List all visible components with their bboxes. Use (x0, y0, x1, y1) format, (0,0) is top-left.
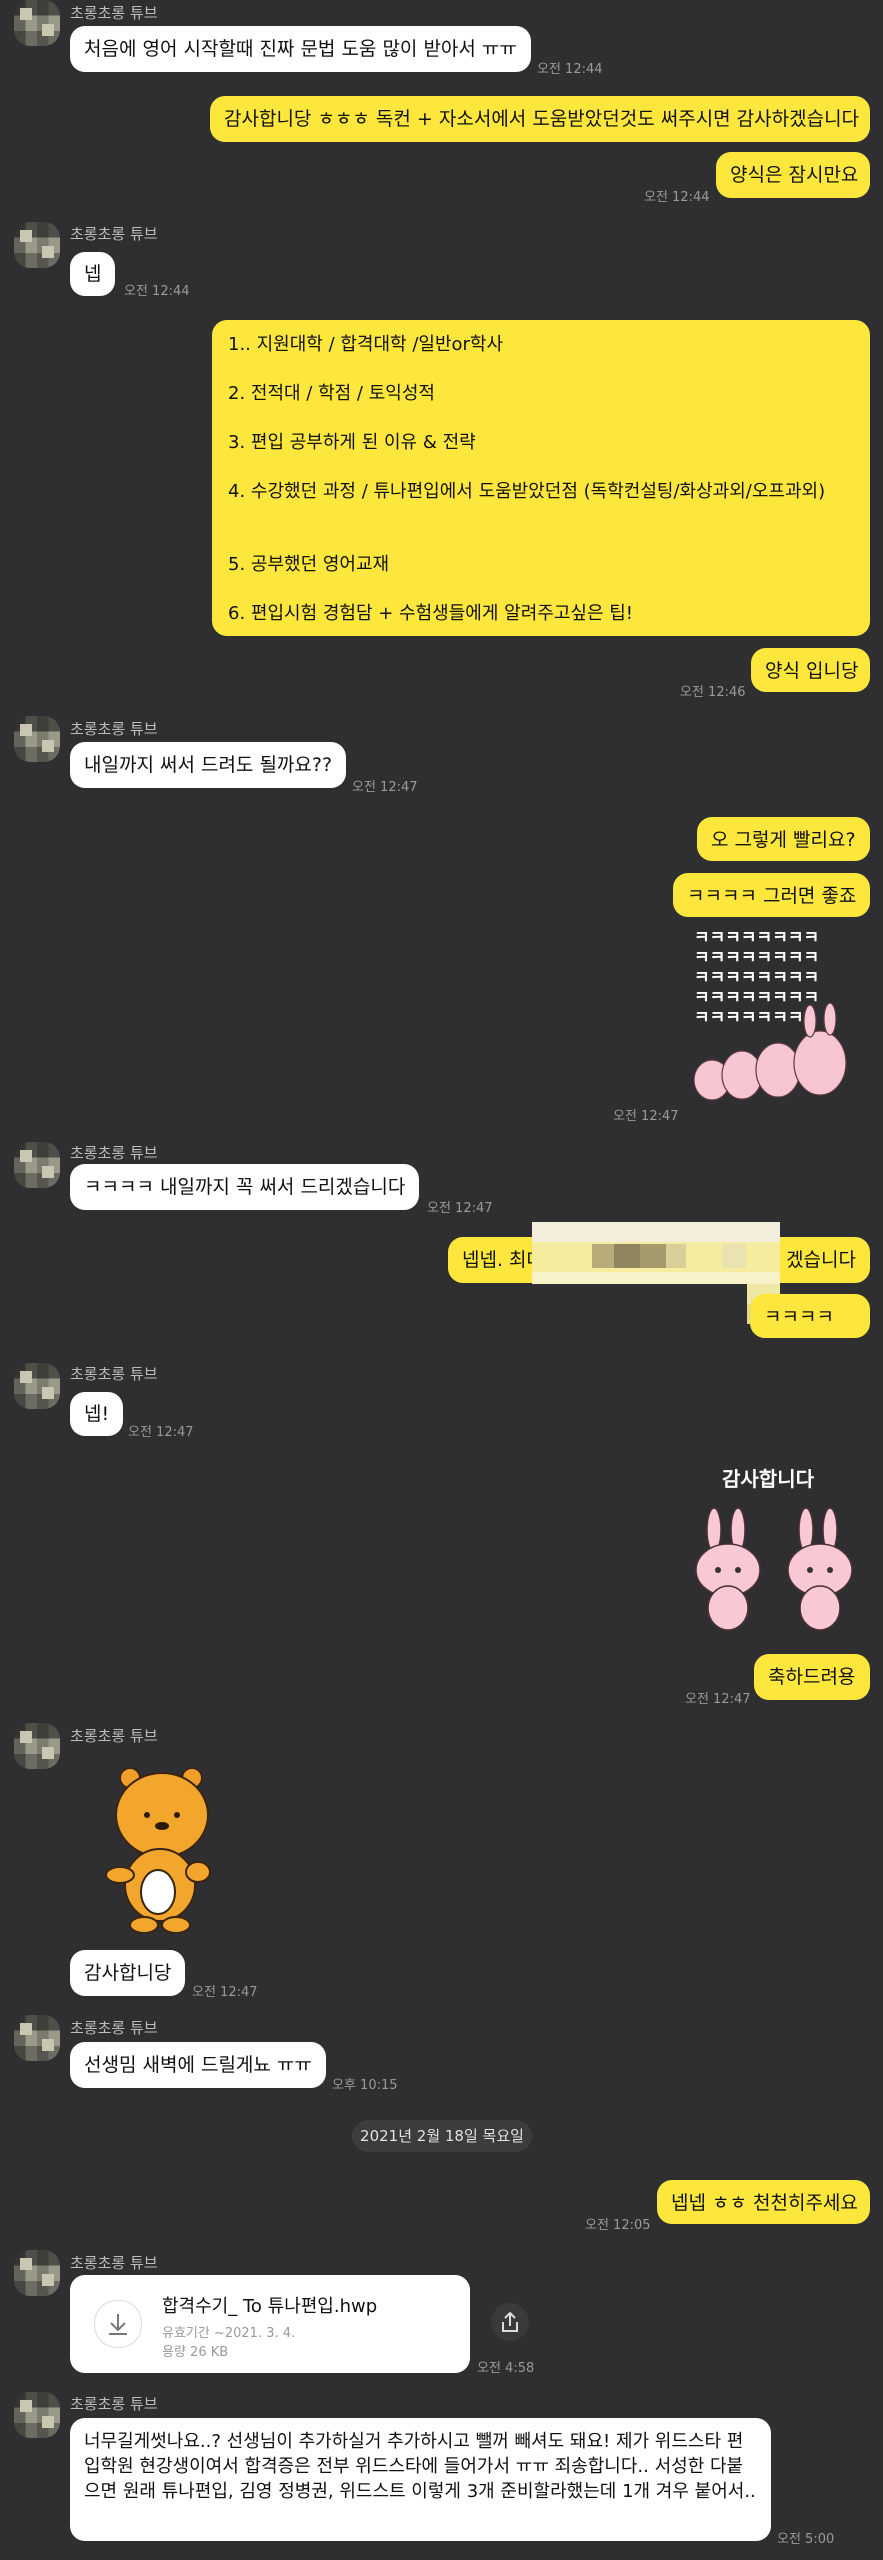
avatar[interactable] (14, 1142, 60, 1188)
avatar[interactable] (14, 222, 60, 268)
timestamp: 오전 12:47 (613, 1109, 679, 1124)
avatar[interactable] (14, 716, 60, 762)
sender-name: 초롱초롱 튜브 (70, 1144, 158, 1162)
message-bubble[interactable]: ㅋㅋㅋㅋ (750, 1294, 870, 1338)
message-bubble[interactable]: 축하드려용 (754, 1654, 870, 1700)
message-bubble[interactable]: 양식은 잠시만요 (716, 152, 870, 198)
timestamp: 오전 12:47 (427, 1201, 493, 1216)
sender-name: 초롱초롱 튜브 (70, 4, 158, 22)
svg-text:ㅋㅋㅋㅋㅋㅋㅋㅋ: ㅋㅋㅋㅋㅋㅋㅋㅋ (694, 928, 819, 948)
message-bubble[interactable]: 넵 (70, 252, 116, 296)
message-text: 겠습니다 (786, 1249, 856, 1271)
timestamp: 오후 10:15 (332, 2078, 398, 2093)
download-icon[interactable] (94, 2300, 142, 2348)
list-item: 3. 편입 공부하게 된 이유 & 전략 (228, 432, 476, 453)
timestamp: 오전 12:47 (128, 1425, 194, 1440)
message-bubble[interactable]: 너무길게썻나요..? 선생님이 추가하실거 추가하시고 뺄꺼 빼셔도 돼요! 제… (70, 2418, 771, 2541)
avatar[interactable] (14, 2250, 60, 2296)
message-bubble[interactable]: ㅋㅋㅋㅋ 그러면 좋죠 (673, 873, 870, 917)
message-bubble[interactable]: 처음에 영어 시작할때 진짜 문법 도움 많이 받아서 ㅠㅠ (70, 26, 531, 72)
svg-text:ㅋㅋㅋㅋㅋㅋㅋㅋ: ㅋㅋㅋㅋㅋㅋㅋㅋ (694, 968, 819, 988)
timestamp: 오전 12:44 (537, 62, 603, 77)
avatar[interactable] (14, 2015, 60, 2061)
list-item: 2. 전적대 / 학점 / 토익성적 (228, 383, 435, 404)
list-item: 6. 편입시험 경험담 + 수험생들에게 알려주고싶은 팁! (228, 603, 633, 624)
timestamp: 오전 12:47 (192, 1985, 258, 2000)
message-bubble[interactable]: ㅋㅋㅋㅋ 내일까지 꼭 써서 드리겠습니다 (70, 1164, 420, 1210)
sender-name: 초롱초롱 튜브 (70, 720, 158, 738)
sender-name: 초롱초롱 튜브 (70, 2019, 158, 2037)
bunny-sticker-pile[interactable]: ㅋㅋㅋㅋㅋㅋㅋㅋ ㅋㅋㅋㅋㅋㅋㅋㅋ ㅋㅋㅋㅋㅋㅋㅋㅋ ㅋㅋㅋㅋㅋㅋㅋㅋ ㅋㅋㅋㅋ… (690, 925, 870, 1110)
timestamp: 오전 12:44 (124, 284, 190, 299)
sender-name: 초롱초롱 튜브 (70, 2254, 158, 2272)
list-item: 1.. 지원대학 / 합격대학 /일반or학사 (228, 334, 504, 355)
form-template-bubble[interactable]: 1.. 지원대학 / 합격대학 /일반or학사 2. 전적대 / 학점 / 토익… (212, 320, 870, 636)
date-separator: 2021년 2월 18일 목요일 (352, 2120, 532, 2152)
message-bubble[interactable]: 감사합니당 (70, 1950, 186, 1996)
message-bubble[interactable]: 넵! (70, 1392, 124, 1436)
file-validity: 유효기간 ~2021. 3. 4. (162, 2326, 296, 2341)
timestamp: 오전 12:47 (685, 1692, 751, 1707)
timestamp: 오전 12:44 (644, 190, 710, 205)
timestamp: 오전 12:47 (352, 780, 418, 795)
list-item: 5. 공부했던 영어교재 (228, 554, 390, 575)
sender-name: 초롱초롱 튜브 (70, 1727, 158, 1745)
avatar[interactable] (14, 0, 60, 46)
message-bubble[interactable]: 내일까지 써서 드려도 될까요?? (70, 742, 347, 788)
message-bubble[interactable]: 오 그렇게 빨리요? (697, 817, 870, 861)
avatar[interactable] (14, 1723, 60, 1769)
list-item: 4. 수강했던 과정 / 튜나편입에서 도움받았던점 (독학컨설팅/화상과외/오… (228, 481, 826, 502)
message-bubble[interactable]: 넵넵 ㅎㅎ 천천히주세요 (657, 2180, 870, 2224)
avatar[interactable] (14, 2392, 60, 2438)
sender-name: 초롱초롱 튜브 (70, 1365, 158, 1383)
file-size: 용량 26 KB (162, 2345, 229, 2360)
censor-pixelation (532, 1222, 780, 1324)
sticker-caption: 감사합니다 (722, 1467, 814, 1491)
sender-name: 초롱초롱 튜브 (70, 225, 158, 243)
message-bubble[interactable]: 양식 입니당 (751, 648, 870, 692)
sender-name: 초롱초롱 튜브 (70, 2395, 158, 2413)
message-bubble[interactable]: 감사합니당 ㅎㅎㅎ 독컨 + 자소서에서 도움받았던것도 써주시면 감사하겠습니… (210, 96, 870, 142)
message-bubble[interactable]: 선생밈 새벽에 드릴게뇨 ㅠㅠ (70, 2042, 326, 2088)
timestamp: 오전 12:05 (585, 2218, 651, 2233)
timestamp: 오전 12:46 (680, 685, 746, 700)
timestamp: 오전 5:00 (777, 2532, 835, 2547)
file-attachment-card[interactable]: 합격수기_ To 튜나편입.hwp 유효기간 ~2021. 3. 4. 용량 2… (70, 2275, 470, 2373)
file-name: 합격수기_ To 튜나편입.hwp (162, 2296, 378, 2317)
avatar[interactable] (14, 1363, 60, 1409)
svg-text:ㅋㅋㅋㅋㅋㅋㅋㅋ: ㅋㅋㅋㅋㅋㅋㅋㅋ (694, 988, 819, 1008)
thank-you-bunny-sticker[interactable] (688, 1490, 870, 1640)
ryan-bear-sticker[interactable] (100, 1760, 230, 1935)
share-button[interactable] (491, 2303, 529, 2341)
svg-text:ㅋㅋㅋㅋㅋㅋㅋㅋ: ㅋㅋㅋㅋㅋㅋㅋㅋ (694, 948, 819, 968)
svg-text:ㅋㅋㅋㅋㅋㅋㅋ: ㅋㅋㅋㅋㅋㅋㅋ (694, 1008, 803, 1028)
share-icon (502, 2311, 518, 2332)
timestamp: 오전 4:58 (477, 2361, 535, 2376)
